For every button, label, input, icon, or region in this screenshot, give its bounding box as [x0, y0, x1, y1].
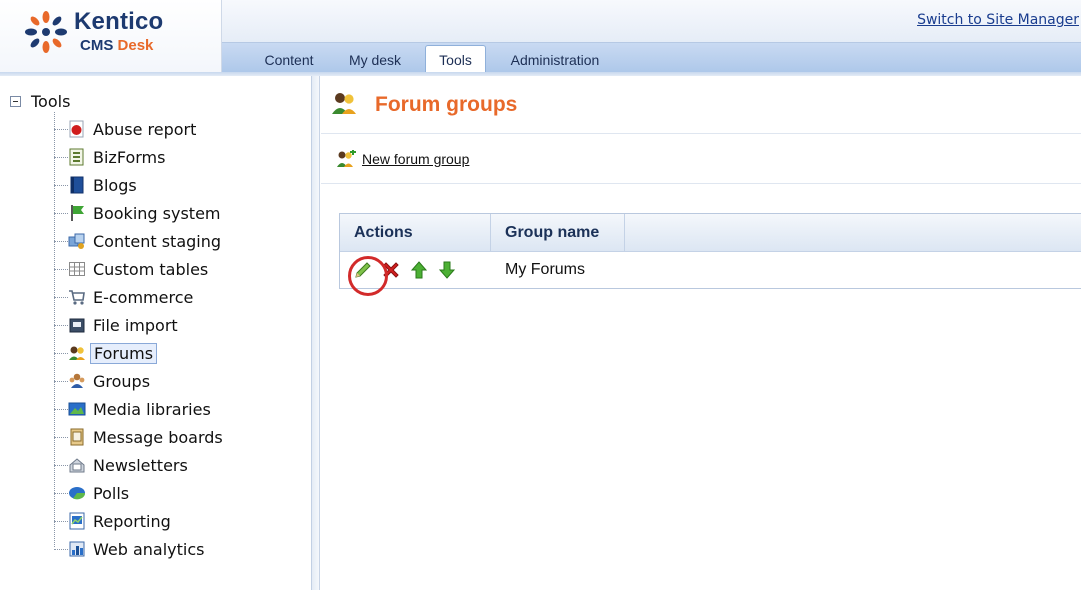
delete-x-icon[interactable] [380, 259, 402, 281]
tree-item-label: Custom tables [93, 259, 209, 279]
tree-item-label: Message boards [93, 427, 223, 447]
tree-root-tools[interactable]: Tools [10, 91, 70, 111]
tree-item-label: Booking system [93, 203, 221, 223]
tree-item-label: Newsletters [93, 455, 188, 475]
move-up-arrow-icon[interactable] [408, 259, 430, 281]
group-name-cell[interactable]: My Forums [491, 261, 585, 279]
row-actions [340, 256, 491, 296]
tree-item-label: Content staging [93, 231, 222, 251]
polls-icon [68, 484, 86, 502]
tree-item-label: E-commerce [93, 287, 194, 307]
tree-item-label: Media libraries [93, 399, 211, 419]
kentico-logo-icon [25, 11, 67, 53]
tree-item-forums[interactable]: Forums [54, 341, 158, 365]
panel-splitter[interactable] [312, 76, 320, 590]
tree-item-content-staging[interactable]: Content staging [54, 229, 224, 253]
tree-item-label: Blogs [93, 175, 137, 195]
product-label: CMS [80, 37, 114, 54]
app-header: Kentico CMS Desk Switch to Site Manager … [0, 0, 1081, 76]
tab-administration[interactable]: Administration [500, 47, 610, 73]
tree-item-blogs[interactable]: Blogs [54, 173, 140, 197]
new-forum-group-link[interactable]: New forum group [336, 150, 469, 168]
tree-item-custom-tables[interactable]: Custom tables [54, 257, 211, 281]
tree-item-abuse-report[interactable]: Abuse report [54, 117, 199, 141]
tree-item-message-boards[interactable]: Message boards [54, 425, 226, 449]
newsletters-icon [68, 456, 86, 474]
tree-item-reporting[interactable]: Reporting [54, 509, 174, 533]
forums-icon [68, 344, 86, 362]
tab-my-desk[interactable]: My desk [340, 47, 410, 73]
table-row: My Forums [340, 252, 1081, 296]
file-import-icon [68, 316, 86, 334]
forum-groups-grid: Actions Group name My Forums [339, 213, 1081, 296]
tree-item-label: File import [93, 315, 178, 335]
reporting-icon [68, 512, 86, 530]
tree-item-label: Polls [93, 483, 130, 503]
tree-item-label: Abuse report [93, 119, 197, 139]
main-tabs: Content My desk Tools Administration [222, 42, 1081, 75]
switch-to-site-manager-link[interactable]: Switch to Site Manager [917, 12, 1079, 28]
message-boards-icon [68, 428, 86, 446]
custom-tables-icon [68, 260, 86, 278]
media-libraries-icon [68, 400, 86, 418]
tree-item-label: Forums [90, 342, 158, 364]
edit-pencil-icon[interactable] [352, 259, 374, 281]
move-down-arrow-icon[interactable] [436, 259, 458, 281]
tree-item-newsletters[interactable]: Newsletters [54, 453, 191, 477]
tree-item-media-libraries[interactable]: Media libraries [54, 397, 214, 421]
brand-name: Kentico [74, 8, 164, 35]
abuse-report-icon [68, 120, 86, 138]
forum-groups-icon [332, 93, 356, 114]
grid-header: Actions Group name [340, 214, 1081, 252]
product-accent-label: Desk [117, 37, 154, 54]
web-analytics-icon [68, 540, 86, 558]
tree-item-file-import[interactable]: File import [54, 313, 181, 337]
logo[interactable]: Kentico CMS Desk [0, 0, 222, 76]
column-header-filler [625, 214, 1081, 251]
bizforms-icon [68, 148, 86, 166]
tree-item-label: Reporting [93, 511, 171, 531]
ecommerce-icon [68, 288, 86, 306]
tree-item-web-analytics[interactable]: Web analytics [54, 537, 207, 561]
tab-tools[interactable]: Tools [425, 45, 486, 75]
tools-tree-panel: Tools Abuse report BizForms Blogs Bookin… [0, 76, 312, 590]
top-bar: Switch to Site Manager [222, 0, 1081, 42]
content-staging-icon [68, 232, 86, 250]
page-title: Forum groups [375, 93, 518, 116]
column-header-actions[interactable]: Actions [340, 214, 491, 251]
new-forum-group-label: New forum group [362, 151, 470, 167]
tree-item-groups[interactable]: Groups [54, 369, 153, 393]
action-bar: New forum group [321, 134, 1081, 184]
tab-content[interactable]: Content [252, 47, 326, 73]
tree-item-polls[interactable]: Polls [54, 481, 132, 505]
tree-item-ecommerce[interactable]: E-commerce [54, 285, 196, 309]
tree-item-bizforms[interactable]: BizForms [54, 145, 168, 169]
product-name: CMS Desk [80, 37, 153, 54]
groups-icon [68, 372, 86, 390]
tree-item-booking-system[interactable]: Booking system [54, 201, 224, 225]
tree-item-label: Groups [93, 371, 151, 391]
blogs-icon [68, 176, 86, 194]
tree-root-label: Tools [31, 91, 71, 111]
collapse-icon[interactable] [10, 95, 21, 107]
tree-item-label: Web analytics [93, 539, 205, 559]
tree-item-label: BizForms [93, 147, 166, 167]
booking-system-icon [68, 204, 86, 222]
column-header-group-name[interactable]: Group name [491, 214, 625, 251]
new-forum-group-icon [337, 150, 356, 167]
page-header: Forum groups [321, 76, 1081, 134]
main-content: Forum groups New forum group Actions Gro… [321, 76, 1081, 590]
